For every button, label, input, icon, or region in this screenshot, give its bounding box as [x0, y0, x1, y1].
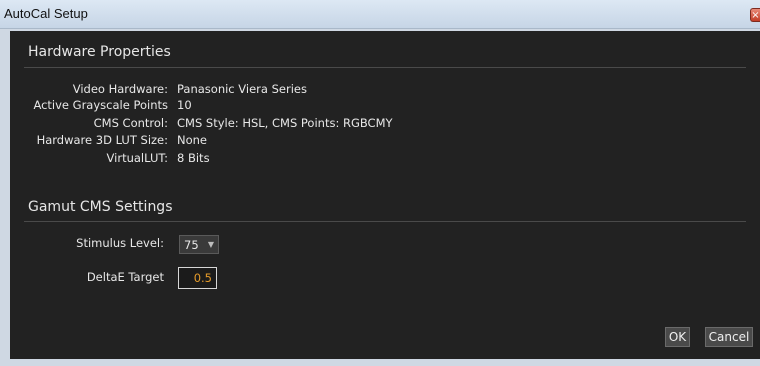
chevron-down-icon: ▼: [207, 240, 214, 249]
ok-button[interactable]: OK: [665, 327, 690, 347]
prop-value: 10: [177, 98, 192, 112]
prop-row-video-hardware: Video Hardware: Panasonic Viera Series: [10, 82, 750, 96]
prop-value: None: [177, 133, 208, 147]
gamut-cms-settings-heading: Gamut CMS Settings: [28, 199, 173, 215]
cancel-button[interactable]: Cancel: [705, 327, 753, 347]
prop-value: 8 Bits: [177, 151, 210, 165]
prop-value: CMS Style: HSL, CMS Points: RGBCMY: [177, 116, 393, 130]
prop-label: CMS Control:: [93, 116, 168, 130]
prop-row-active-grayscale-points: Active Grayscale Points 10: [10, 98, 750, 112]
window-title: AutoCal Setup: [4, 6, 88, 21]
prop-label: Hardware 3D LUT Size:: [36, 133, 168, 147]
title-bar: AutoCal Setup ×: [0, 0, 760, 29]
prop-label: Video Hardware:: [72, 82, 168, 96]
deltae-target-label: DeltaE Target: [86, 270, 164, 284]
stimulus-level-label: Stimulus Level:: [76, 236, 164, 250]
prop-value: Panasonic Viera Series: [177, 82, 307, 96]
prop-label: Active Grayscale Points: [33, 98, 168, 112]
prop-label: VirtualLUT:: [106, 151, 168, 165]
prop-row-hardware-3d-lut-size: Hardware 3D LUT Size: None: [10, 133, 750, 147]
stimulus-level-select[interactable]: 75 ▼: [179, 235, 219, 254]
prop-row-virtuallut: VirtualLUT: 8 Bits: [10, 151, 750, 165]
section-divider: [24, 221, 746, 222]
deltae-target-input[interactable]: 0.5: [178, 267, 217, 289]
dialog-panel: Hardware Properties Video Hardware: Pana…: [10, 31, 760, 359]
close-icon[interactable]: ×: [750, 8, 760, 22]
hardware-properties-heading: Hardware Properties: [28, 44, 171, 60]
section-divider: [24, 67, 746, 68]
autocal-setup-window: AutoCal Setup × Hardware Properties Vide…: [0, 0, 760, 366]
stimulus-level-value: 75: [184, 238, 199, 252]
prop-row-cms-control: CMS Control: CMS Style: HSL, CMS Points:…: [10, 116, 750, 130]
